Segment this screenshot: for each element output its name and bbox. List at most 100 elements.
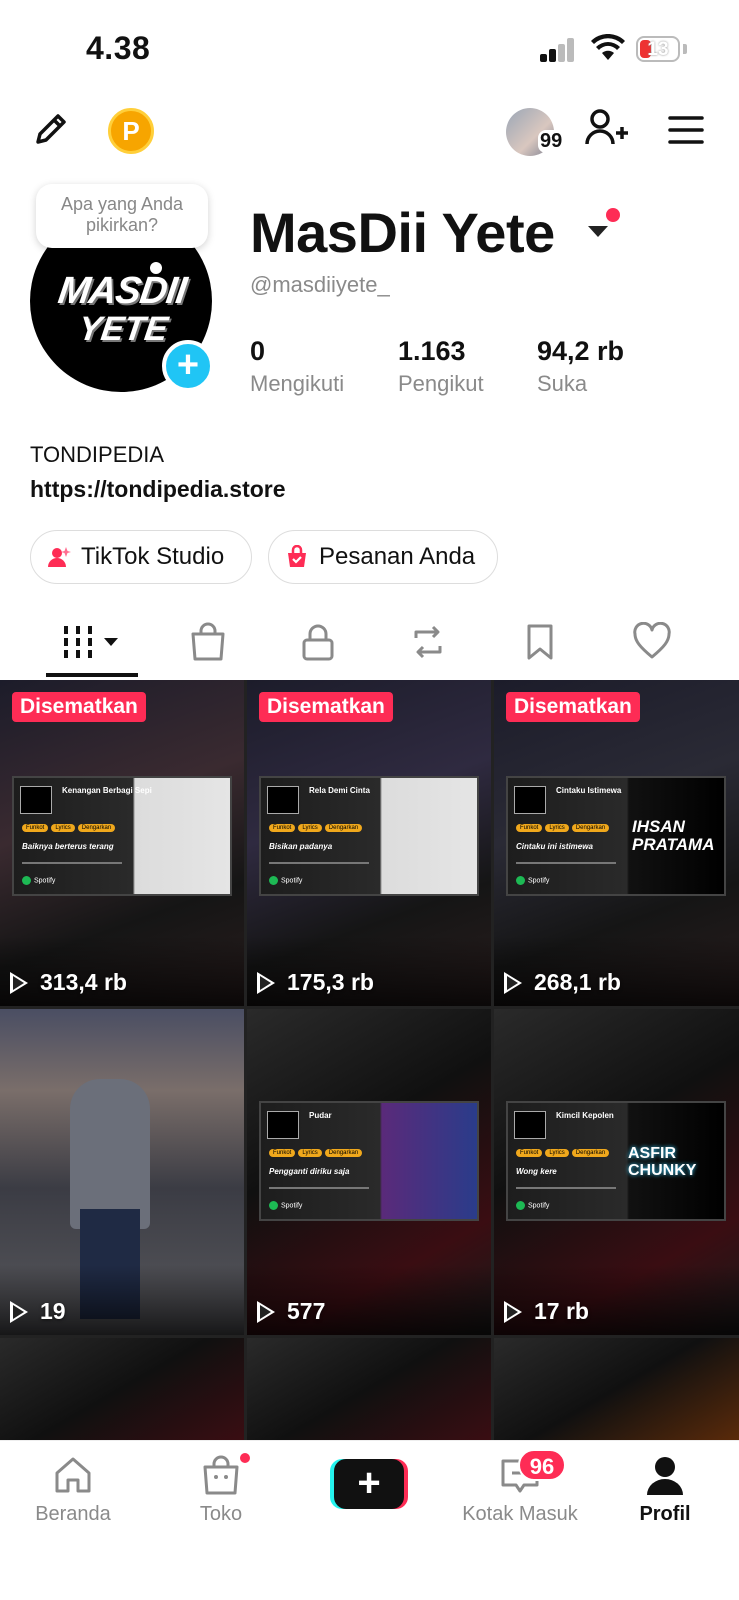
shop-notification-dot <box>238 1451 252 1465</box>
add-friend-icon[interactable] <box>584 106 630 152</box>
stat-label: Mengikuti <box>250 371 345 396</box>
tab-reposts-icon[interactable] <box>408 622 448 662</box>
nav-home-label: Beranda <box>35 1503 111 1525</box>
card-lyric: Wong kere <box>516 1167 557 1176</box>
card-title: Pudar <box>309 1111 332 1120</box>
tab-liked-heart-icon[interactable] <box>632 622 672 662</box>
card-lyric: Bisikan padanya <box>269 842 333 851</box>
bottom-nav: Beranda Toko + Kotak Masuk 96 Profil <box>0 1440 739 1600</box>
card-title: Kimcil Kepolen <box>556 1111 614 1120</box>
tab-favorites-bookmark-icon[interactable] <box>520 622 560 662</box>
thought-bubble-dot <box>150 262 162 274</box>
coin-icon[interactable]: P <box>108 108 154 154</box>
battery-icon: 13 <box>636 36 680 62</box>
create-button[interactable]: + <box>330 1459 408 1509</box>
tab-shop-bag-icon[interactable] <box>188 622 228 662</box>
video-tile[interactable]: Kenangan Berbagi Sepi Funkot Lyrics Dengar… <box>0 680 244 1006</box>
nav-profile-label: Profil <box>639 1503 691 1525</box>
video-grid: Kenangan Berbagi Sepi Funkot Lyrics Dengar… <box>0 680 739 1440</box>
status-time: 4.38 <box>86 30 151 66</box>
recent-viewers-count: 99 <box>538 130 565 153</box>
view-count: 577 <box>257 1298 325 1325</box>
nav-profile[interactable]: Profil <box>610 1453 720 1526</box>
card-lyric: Pengganti diriku saja <box>269 1167 350 1176</box>
card-title: Cintaku Istimewa <box>556 786 622 795</box>
stat-value: 1.163 <box>398 336 466 366</box>
video-tile[interactable] <box>247 1338 491 1440</box>
your-orders-button[interactable]: Pesanan Anda <box>268 530 498 584</box>
tiktok-studio-label: TikTok Studio <box>81 543 225 570</box>
play-icon <box>10 971 28 994</box>
tiktok-studio-button[interactable]: TikTok Studio <box>30 530 252 584</box>
avatar-logo-text-2: YETE <box>75 310 171 348</box>
tab-private-lock-icon[interactable] <box>298 622 338 662</box>
stat-label: Pengikut <box>398 371 484 396</box>
shop-bag-icon <box>203 1455 239 1495</box>
video-tile[interactable] <box>0 1338 244 1440</box>
stat-value: 0 <box>250 336 266 366</box>
orders-bag-icon <box>288 545 306 567</box>
play-icon <box>504 1300 522 1323</box>
stat-following[interactable]: 0 Mengikuti <box>250 336 344 397</box>
your-orders-label: Pesanan Anda <box>319 543 476 570</box>
video-tile[interactable]: Cintaku Istimewa Funkot Lyrics Dengarkan C… <box>494 680 739 1006</box>
nav-home[interactable]: Beranda <box>18 1453 128 1526</box>
video-tile[interactable]: Kimcil Kepolen Funkot Lyrics Dengarkan Won… <box>494 1009 739 1335</box>
card-lyric: Cintaku ini istimewa <box>516 842 593 851</box>
play-icon <box>504 971 522 994</box>
profile-person-icon <box>647 1457 683 1495</box>
home-icon <box>55 1457 91 1493</box>
profile-link[interactable]: https://tondipedia.store <box>30 476 286 503</box>
studio-icon <box>48 547 71 567</box>
wifi-icon <box>591 34 625 60</box>
profile-bio: TONDIPEDIA <box>30 442 165 467</box>
active-tab-indicator <box>46 673 138 677</box>
nav-shop-label: Toko <box>199 1503 243 1525</box>
view-count: 268,1 rb <box>504 969 621 996</box>
status-bar: 4.38 13 <box>0 0 739 100</box>
pinned-badge: Disematkan <box>12 692 146 722</box>
profile-tabs <box>0 608 739 678</box>
cellular-signal-icon <box>540 38 576 62</box>
view-count: 175,3 rb <box>257 969 374 996</box>
account-switch-caret-icon[interactable] <box>588 226 608 237</box>
spotify-label: Spotify <box>269 876 302 885</box>
view-count: 19 <box>10 1298 66 1325</box>
video-tile[interactable]: Rela Demi Cinta Funkot Lyrics Dengarkan Bi… <box>247 680 491 1006</box>
pinned-badge: Disematkan <box>259 692 393 722</box>
card-title: Rela Demi Cinta <box>309 786 370 795</box>
spotify-label: Spotify <box>516 876 549 885</box>
avatar-logo-text: MASDII <box>55 270 189 312</box>
profile-handle: @masdiiyete_ <box>250 272 390 297</box>
lyric-card: Kenangan Berbagi Sepi Funkot Lyrics Dengar… <box>12 776 232 896</box>
spotify-label: Spotify <box>516 1201 549 1210</box>
pinned-badge: Disematkan <box>506 692 640 722</box>
profile-name[interactable]: MasDii Yete <box>250 200 555 265</box>
plus-icon: + <box>334 1459 404 1509</box>
spotify-label: Spotify <box>22 876 55 885</box>
thought-bubble[interactable]: Apa yang Anda pikirkan? <box>36 184 208 248</box>
video-tile[interactable]: Pudar Funkot Lyrics Dengarkan Pengganti di… <box>247 1009 491 1335</box>
stat-followers[interactable]: 1.163 Pengikut <box>398 336 484 397</box>
spotify-label: Spotify <box>269 1201 302 1210</box>
video-tile[interactable]: 19 <box>0 1009 244 1335</box>
play-icon <box>257 971 275 994</box>
inbox-badge: 96 <box>518 1449 566 1481</box>
nav-shop[interactable]: Toko <box>166 1453 276 1526</box>
lyric-card: Pudar Funkot Lyrics Dengarkan Pengganti di… <box>259 1101 479 1221</box>
video-tile[interactable] <box>494 1338 739 1440</box>
stat-label: Suka <box>537 371 588 396</box>
menu-icon[interactable] <box>668 114 704 146</box>
view-count: 313,4 rb <box>10 969 127 996</box>
add-story-button[interactable]: + <box>162 340 214 392</box>
battery-level: 13 <box>647 39 669 60</box>
tab-videos-grid-icon[interactable] <box>62 622 126 662</box>
play-icon <box>257 1300 275 1323</box>
edit-pencil-icon[interactable] <box>30 108 72 150</box>
nav-inbox-label: Kotak Masuk <box>462 1503 578 1525</box>
stat-likes[interactable]: 94,2 rb Suka <box>537 336 624 397</box>
lyric-card: Cintaku Istimewa Funkot Lyrics Dengarkan C… <box>506 776 726 896</box>
card-title: Kenangan Berbagi Sepi <box>62 786 152 795</box>
lyric-card: Kimcil Kepolen Funkot Lyrics Dengarkan Won… <box>506 1101 726 1221</box>
stat-value: 94,2 rb <box>537 336 625 366</box>
